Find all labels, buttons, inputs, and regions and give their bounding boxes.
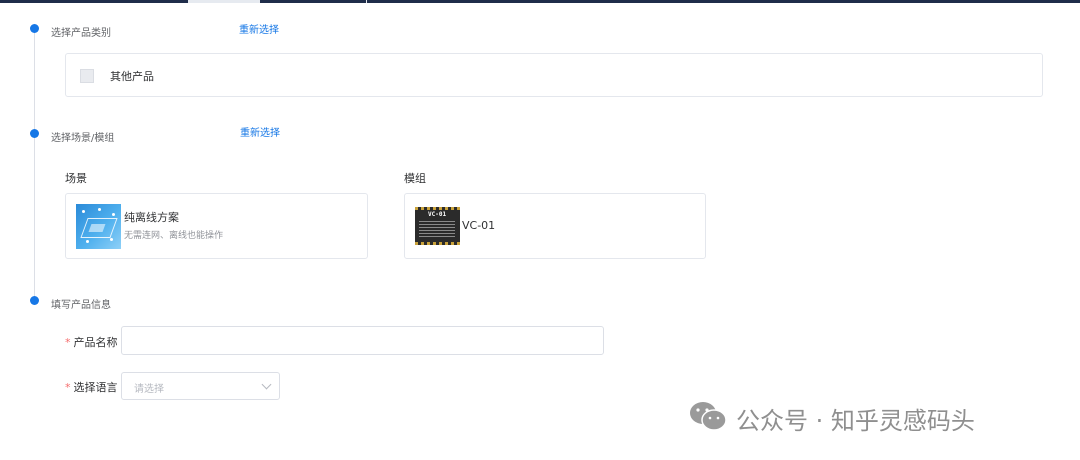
step-3-title: 填写产品信息 — [51, 300, 111, 311]
wechat-icon — [690, 402, 727, 431]
watermark-text: 公众号 · 知乎灵感码头 — [736, 407, 975, 435]
product-name-input[interactable] — [121, 326, 604, 355]
module-card[interactable]: VC-01 VC-01 — [404, 193, 706, 259]
category-label: 其他产品 — [110, 70, 154, 83]
scene-title: 纯离线方案 — [124, 211, 179, 224]
module-name: VC-01 — [462, 219, 496, 232]
module-chip-image: VC-01 — [415, 207, 460, 245]
top-bar-divider — [366, 0, 367, 3]
required-asterisk: * — [65, 381, 71, 394]
category-card[interactable]: 其他产品 — [65, 53, 1043, 97]
top-bar-tab-indicator — [188, 0, 260, 3]
module-section-label: 模组 — [404, 172, 426, 185]
scene-description: 无需连网、离线也能操作 — [124, 231, 224, 241]
step-1-title: 选择产品类别 — [51, 28, 111, 39]
step-2-dot — [30, 129, 39, 138]
scene-image — [76, 204, 121, 249]
language-select[interactable]: 请选择 — [121, 372, 280, 400]
step-2-title: 选择场景/模组 — [51, 133, 115, 144]
category-thumbnail — [80, 69, 94, 83]
chevron-down-icon — [261, 379, 272, 390]
step-timeline — [34, 28, 35, 300]
scene-section-label: 场景 — [65, 172, 87, 185]
scene-card[interactable]: 纯离线方案 无需连网、离线也能操作 — [65, 193, 368, 259]
language-label: * 选择语言 — [65, 381, 118, 394]
reselect-category-link[interactable]: 重新选择 — [239, 21, 279, 36]
step-1-dot — [30, 24, 39, 33]
step-3-dot — [30, 296, 39, 305]
required-asterisk: * — [65, 336, 71, 349]
top-bar — [0, 0, 1080, 3]
language-select-placeholder: 请选择 — [134, 384, 164, 395]
product-name-label: * 产品名称 — [65, 336, 118, 349]
reselect-scene-module-link[interactable]: 重新选择 — [240, 124, 280, 139]
module-chip-text: VC-01 — [428, 211, 447, 218]
